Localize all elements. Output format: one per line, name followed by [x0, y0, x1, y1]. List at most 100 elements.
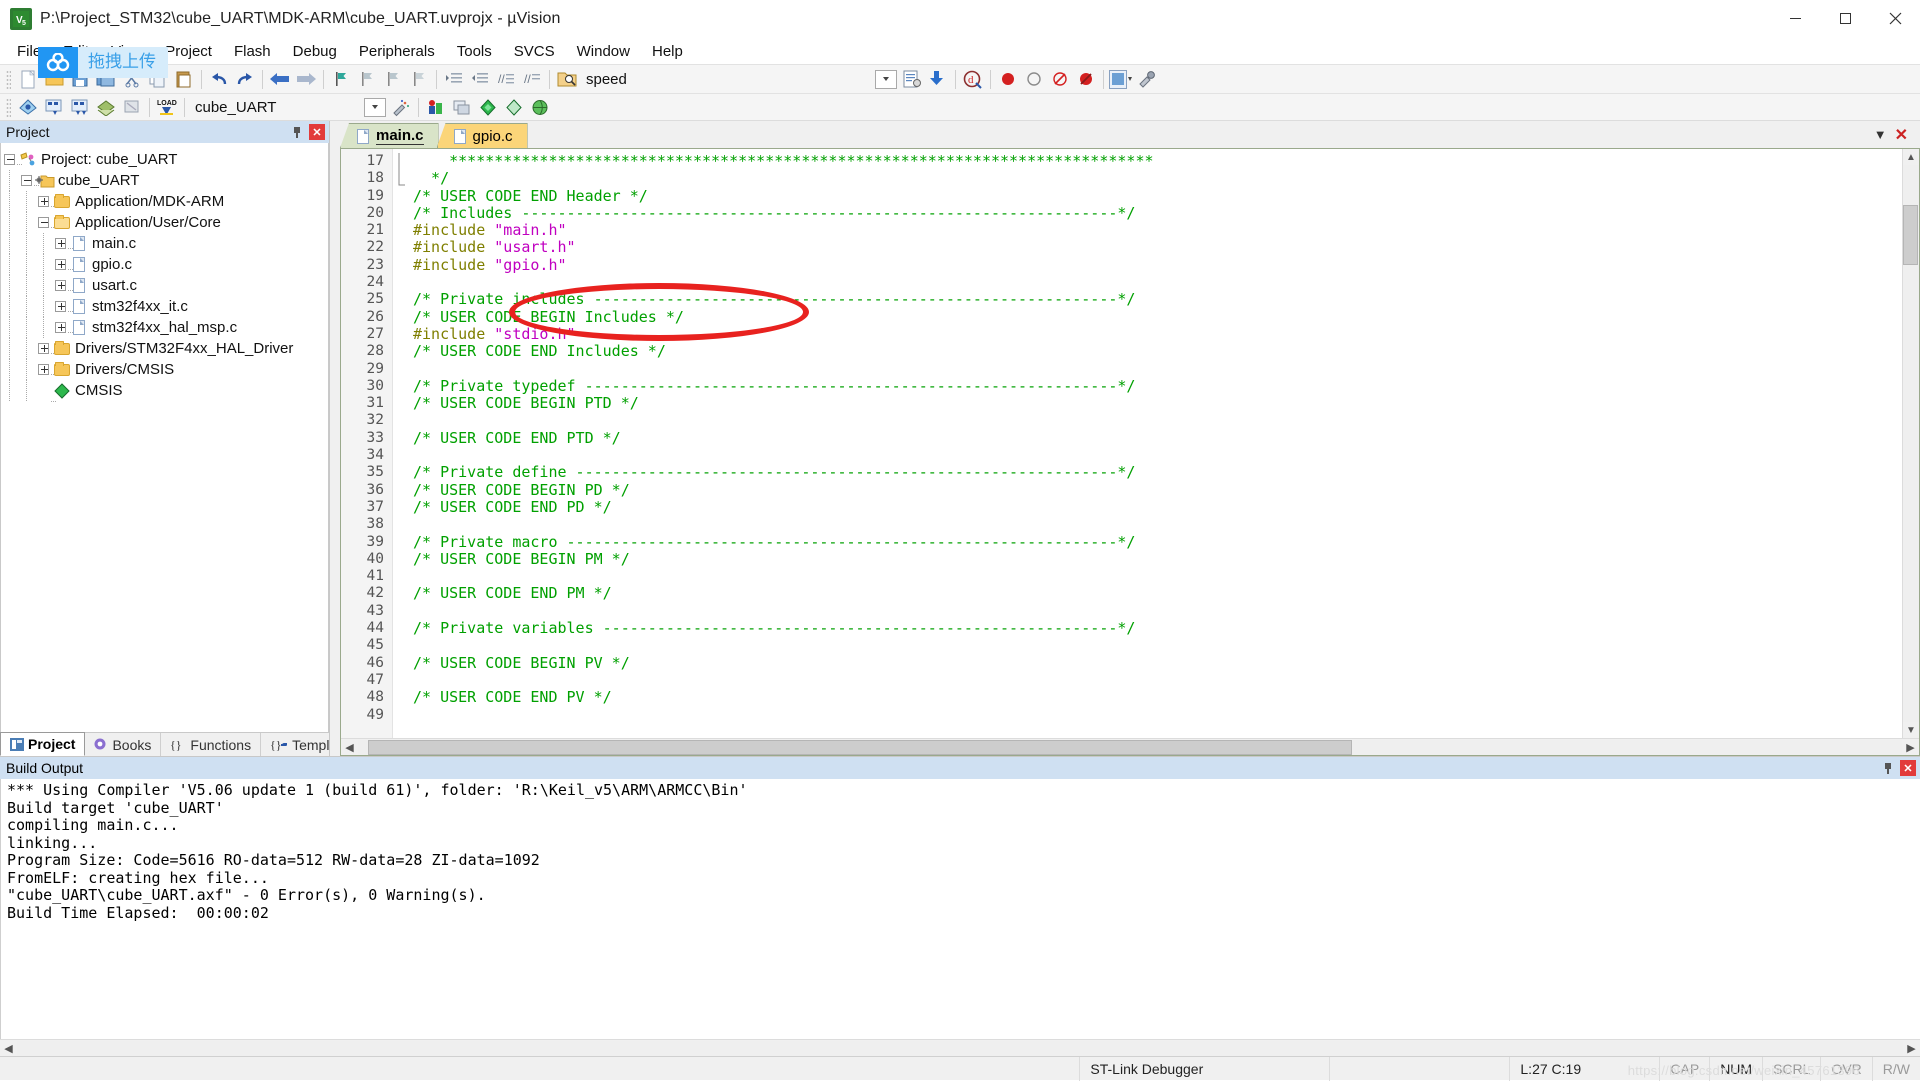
find-combo-value[interactable]: speed: [580, 71, 633, 88]
pin-icon[interactable]: [1880, 760, 1896, 776]
tree-expander-plus[interactable]: [52, 238, 74, 249]
disable-breakpoint-icon[interactable]: [1021, 67, 1047, 91]
stop-build-icon[interactable]: [119, 95, 145, 119]
clear-bookmarks-icon[interactable]: [406, 67, 432, 91]
tree-expander-minus[interactable]: [1, 154, 23, 165]
close-icon[interactable]: ✕: [1900, 760, 1916, 776]
plus-icon[interactable]: [38, 343, 49, 354]
toolbar-grip[interactable]: [6, 97, 11, 117]
scroll-left-arrow[interactable]: ◀: [0, 1040, 17, 1056]
tab-gpio-c[interactable]: gpio.c: [436, 123, 528, 148]
undo-icon[interactable]: [206, 67, 232, 91]
download-icon[interactable]: [925, 67, 951, 91]
comment-icon[interactable]: //: [493, 67, 519, 91]
tree-expander-plus[interactable]: [35, 196, 57, 207]
plus-icon[interactable]: [55, 322, 66, 333]
toggle-bookmark-icon[interactable]: [328, 67, 354, 91]
tree-expander-plus[interactable]: [52, 280, 74, 291]
pack-installer-icon[interactable]: [475, 95, 501, 119]
plus-icon[interactable]: [55, 280, 66, 291]
toolbar-grip[interactable]: [6, 69, 11, 89]
menu-peripherals[interactable]: Peripherals: [348, 41, 446, 62]
tree-item[interactable]: Drivers/CMSIS: [1, 359, 328, 380]
tree-expander-plus[interactable]: [35, 364, 57, 375]
scroll-left-arrow[interactable]: ◀: [341, 739, 358, 755]
plus-icon[interactable]: [38, 196, 49, 207]
navigate-back-icon[interactable]: [267, 67, 293, 91]
chevron-down-icon[interactable]: ▼: [1866, 127, 1895, 142]
tree-expander-minus[interactable]: [18, 175, 40, 186]
tree-item[interactable]: Drivers/STM32F4xx_HAL_Driver: [1, 338, 328, 359]
manage-project-items-icon[interactable]: [388, 95, 414, 119]
tree-item[interactable]: Application/User/Core: [1, 212, 328, 233]
tree-item[interactable]: cube_UART: [1, 170, 328, 191]
pane-tab-project[interactable]: Project: [0, 732, 86, 756]
drag-upload-badge[interactable]: 拖拽上传: [38, 47, 168, 78]
hscroll-track[interactable]: [358, 739, 1902, 755]
menu-tools[interactable]: Tools: [446, 41, 503, 62]
minus-icon[interactable]: [21, 175, 32, 186]
minus-icon[interactable]: [38, 217, 49, 228]
vscroll-track[interactable]: [1903, 165, 1919, 722]
tree-item[interactable]: gpio.c: [1, 254, 328, 275]
scroll-right-arrow[interactable]: ▶: [1903, 1040, 1920, 1056]
tree-item[interactable]: Application/MDK-ARM: [1, 191, 328, 212]
plus-icon[interactable]: [55, 259, 66, 270]
select-software-packs-icon[interactable]: [449, 95, 475, 119]
tree-expander-plus[interactable]: [52, 301, 74, 312]
target-dropdown-button[interactable]: [362, 95, 388, 119]
uncomment-icon[interactable]: //: [519, 67, 545, 91]
load-to-flash-icon[interactable]: LOAD: [154, 95, 180, 119]
batch-build-icon[interactable]: [93, 95, 119, 119]
tree-item[interactable]: stm32f4xx_it.c: [1, 296, 328, 317]
find-dropdown-button[interactable]: [873, 67, 899, 91]
globe-icon[interactable]: [527, 95, 553, 119]
configuration-wizard-icon[interactable]: [899, 67, 925, 91]
manage-run-time-environment-icon[interactable]: [423, 95, 449, 119]
paste-icon[interactable]: [171, 67, 197, 91]
hscroll-thumb[interactable]: [368, 739, 1352, 755]
tree-expander-plus[interactable]: [52, 259, 74, 270]
menu-flash[interactable]: Flash: [223, 41, 282, 62]
pane-tab-functions[interactable]: {} Functions: [161, 733, 262, 756]
plus-icon[interactable]: [55, 301, 66, 312]
minus-icon[interactable]: [4, 154, 15, 165]
code-editor[interactable]: 17 18 19 20 21 22 23 24 25 26 27 28 29 30 31 32 33 34 35 36…: [340, 148, 1920, 756]
find-in-files-icon[interactable]: [554, 67, 580, 91]
next-bookmark-icon[interactable]: [380, 67, 406, 91]
start-debug-icon[interactable]: d: [960, 67, 986, 91]
pin-icon[interactable]: [289, 124, 305, 140]
plus-icon[interactable]: [55, 238, 66, 249]
build-output-text[interactable]: *** Using Compiler 'V5.06 update 1 (buil…: [0, 779, 1920, 1039]
rebuild-all-icon[interactable]: [67, 95, 93, 119]
project-tree[interactable]: Project: cube_UART cube_UART Application/M…: [0, 143, 329, 732]
minimize-button[interactable]: [1770, 0, 1820, 38]
insert-breakpoint-icon[interactable]: [995, 67, 1021, 91]
close-icon[interactable]: ✕: [1895, 125, 1912, 145]
tree-item[interactable]: usart.c: [1, 275, 328, 296]
previous-bookmark-icon[interactable]: [354, 67, 380, 91]
menu-help[interactable]: Help: [641, 41, 694, 62]
indent-icon[interactable]: [441, 67, 467, 91]
build-hscroll-track[interactable]: [17, 1040, 1903, 1056]
build-target-icon[interactable]: [41, 95, 67, 119]
maximize-button[interactable]: [1820, 0, 1870, 38]
plus-icon[interactable]: [38, 364, 49, 375]
outdent-icon[interactable]: [467, 67, 493, 91]
tree-expander-minus[interactable]: [35, 217, 57, 228]
diamond-green-icon[interactable]: [501, 95, 527, 119]
editor-vertical-scrollbar[interactable]: ▲ ▼: [1902, 149, 1919, 738]
navigate-forward-icon[interactable]: [293, 67, 319, 91]
kill-all-breakpoints-icon[interactable]: [1073, 67, 1099, 91]
tree-expander-plus[interactable]: [52, 322, 74, 333]
vscroll-thumb[interactable]: [1903, 205, 1918, 265]
fold-margin[interactable]: [393, 149, 407, 738]
tree-item[interactable]: stm32f4xx_hal_msp.c: [1, 317, 328, 338]
tab-main-c[interactable]: main.c: [340, 123, 439, 148]
options-target-icon[interactable]: [1134, 67, 1160, 91]
tree-item[interactable]: CMSIS: [1, 380, 328, 402]
close-button[interactable]: [1870, 0, 1920, 38]
code-text[interactable]: ****************************************…: [407, 149, 1902, 738]
target-combo-value[interactable]: cube_UART: [189, 99, 282, 116]
build-output-scrollbar[interactable]: ◀ ▶: [0, 1039, 1920, 1056]
